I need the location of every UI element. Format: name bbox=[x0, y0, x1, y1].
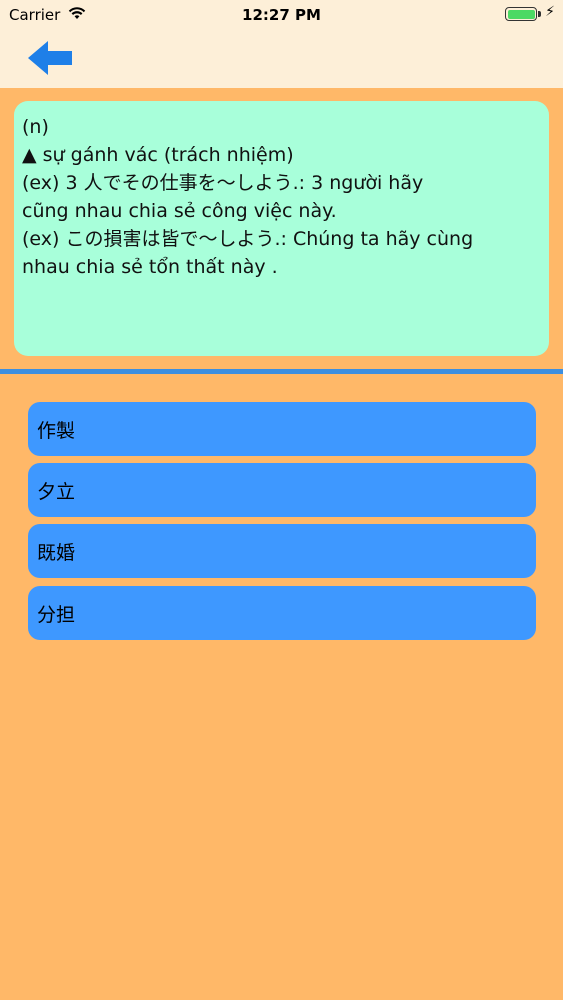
navigation-bar bbox=[0, 30, 563, 88]
choice-button-2[interactable]: 夕立 bbox=[28, 463, 536, 517]
back-button[interactable] bbox=[26, 38, 74, 78]
choice-button-3[interactable]: 既婚 bbox=[28, 524, 536, 578]
battery-tip bbox=[538, 11, 541, 17]
meaning-card: (n) ▲ sự gánh vác (trách nhiệm) (ex) 3 人… bbox=[14, 101, 549, 356]
meaning-line: ▲ sự gánh vác (trách nhiệm) bbox=[22, 144, 294, 166]
choice-button-4[interactable]: 分担 bbox=[28, 586, 536, 640]
meaning-line: cũng nhau chia sẻ công việc này. bbox=[22, 200, 337, 222]
meaning-line: (ex) この損害は皆で～しよう.: Chúng ta hãy cùng bbox=[22, 228, 474, 250]
divider bbox=[0, 369, 563, 374]
bolt-icon: ⚡ bbox=[545, 4, 555, 20]
status-bar: Carrier 12:27 PM ⚡ bbox=[0, 0, 563, 30]
meaning-line: nhau chia sẻ tổn thất này . bbox=[22, 256, 278, 278]
battery-icon bbox=[505, 7, 537, 21]
arrow-left-icon bbox=[28, 41, 72, 75]
meaning-line: (ex) 3 人でその仕事を～しよう.: 3 người hãy bbox=[22, 172, 424, 194]
meaning-line: (n) bbox=[22, 116, 49, 138]
choice-button-1[interactable]: 作製 bbox=[28, 402, 536, 456]
status-time: 12:27 PM bbox=[242, 6, 321, 24]
